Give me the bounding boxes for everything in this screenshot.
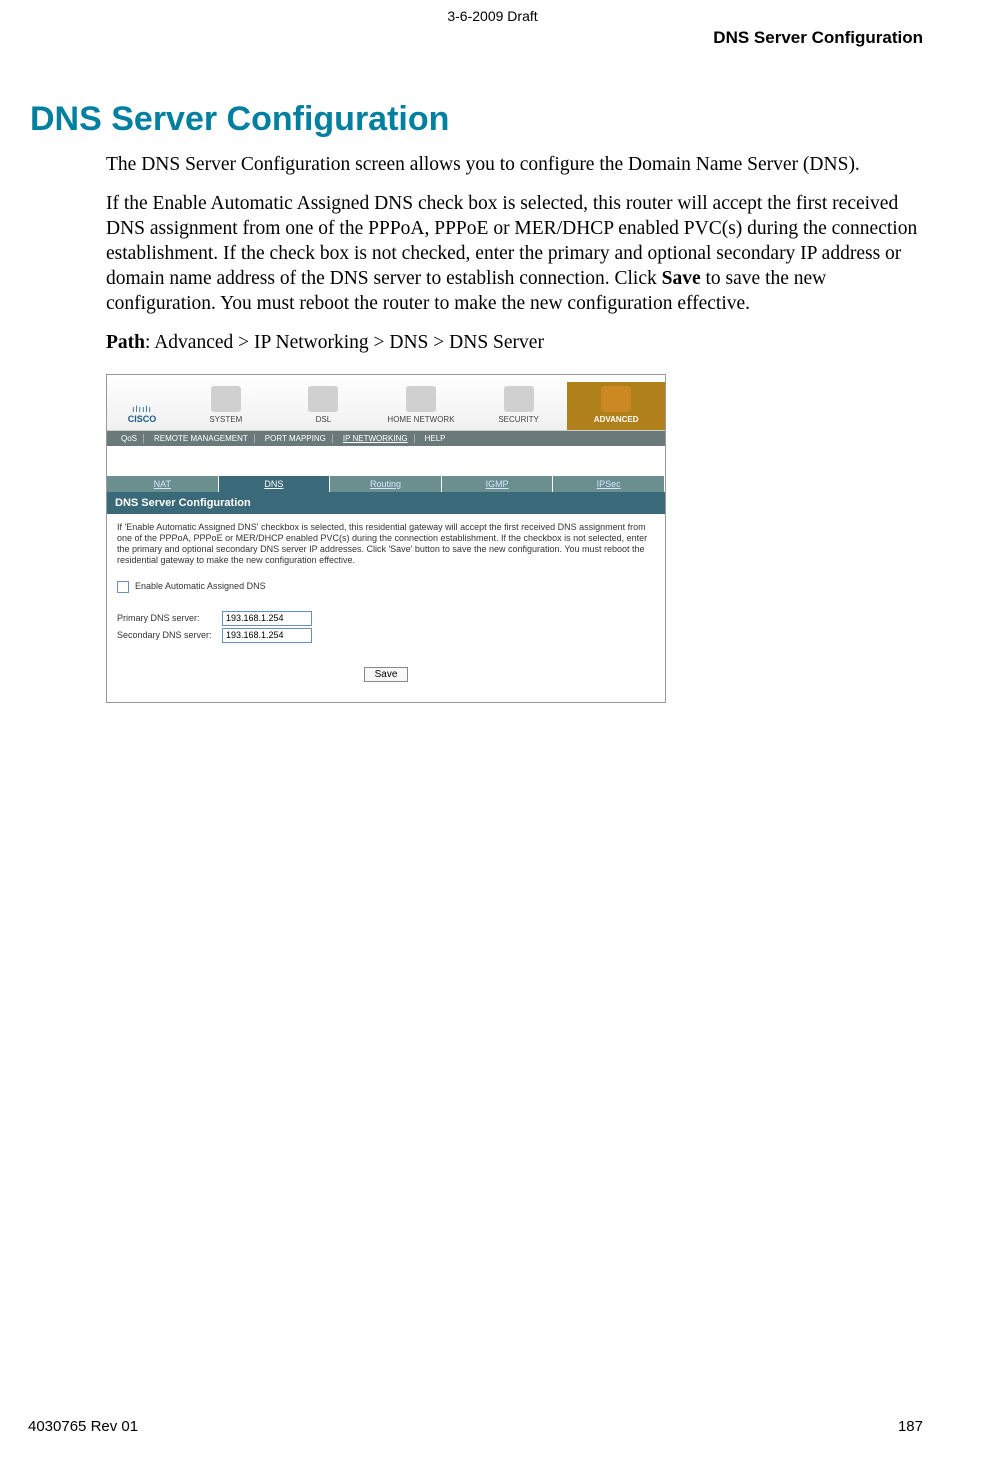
nav-security-label: SECURITY <box>498 415 538 424</box>
draft-header: 3-6-2009 Draft <box>0 8 985 24</box>
cisco-text: CISCO <box>107 414 177 424</box>
embedded-screenshot: ılıılı CISCO SYSTEM DSL HOME NETWORK SEC… <box>106 374 666 703</box>
header-title-right: DNS Server Configuration <box>713 28 923 48</box>
tab-dns[interactable]: DNS <box>219 476 331 492</box>
tab-ipsec[interactable]: IPSec <box>553 476 665 492</box>
path-label: Path <box>106 332 145 353</box>
nav-advanced-label: ADVANCED <box>594 415 639 424</box>
dsl-icon <box>308 386 338 412</box>
nav-dsl[interactable]: DSL <box>275 382 373 430</box>
save-button[interactable]: Save <box>364 667 409 682</box>
save-word: Save <box>662 268 701 289</box>
system-icon <box>211 386 241 412</box>
tab-igmp[interactable]: IGMP <box>442 476 554 492</box>
tabs-row: NAT DNS Routing IGMP IPSec <box>107 476 665 492</box>
secondary-dns-label: Secondary DNS server: <box>117 630 222 641</box>
nav-home-network[interactable]: HOME NETWORK <box>372 382 470 430</box>
panel-description: If 'Enable Automatic Assigned DNS' check… <box>117 522 655 567</box>
panel-body: If 'Enable Automatic Assigned DNS' check… <box>107 514 665 702</box>
nav-system[interactable]: SYSTEM <box>177 382 275 430</box>
nav-advanced[interactable]: ADVANCED <box>567 382 665 430</box>
content-area: DNS Server Configuration The DNS Server … <box>30 100 923 703</box>
path-line: Path: Advanced > IP Networking > DNS > D… <box>106 331 923 356</box>
footer-doc-id: 4030765 Rev 01 <box>28 1418 138 1435</box>
secondary-dns-input[interactable] <box>222 628 312 643</box>
path-value: : Advanced > IP Networking > DNS > DNS S… <box>145 332 544 353</box>
subnav-ip-networking[interactable]: IP NETWORKING <box>337 434 415 443</box>
subnav-port-mapping[interactable]: PORT MAPPING <box>259 434 333 443</box>
security-icon <box>504 386 534 412</box>
home-network-icon <box>406 386 436 412</box>
primary-dns-label: Primary DNS server: <box>117 613 222 624</box>
intro-paragraph: The DNS Server Configuration screen allo… <box>106 153 923 178</box>
primary-dns-row: Primary DNS server: <box>117 611 655 626</box>
primary-dns-input[interactable] <box>222 611 312 626</box>
footer-page-number: 187 <box>898 1418 923 1435</box>
auto-dns-checkbox[interactable] <box>117 581 129 593</box>
checkbox-row: Enable Automatic Assigned DNS <box>117 581 655 593</box>
panel-heading: DNS Server Configuration <box>107 492 665 514</box>
cisco-bars-icon: ılıılı <box>107 404 177 414</box>
nav-dsl-label: DSL <box>316 415 332 424</box>
subnav-remote-mgmt[interactable]: REMOTE MANAGEMENT <box>148 434 255 443</box>
cisco-logo: ılıılı CISCO <box>107 404 177 430</box>
sub-nav: QoS REMOTE MANAGEMENT PORT MAPPING IP NE… <box>107 431 665 446</box>
top-nav: ılıılı CISCO SYSTEM DSL HOME NETWORK SEC… <box>107 375 665 431</box>
secondary-dns-row: Secondary DNS server: <box>117 628 655 643</box>
subnav-help[interactable]: HELP <box>419 434 452 443</box>
auto-dns-label: Enable Automatic Assigned DNS <box>135 581 266 592</box>
tab-nat[interactable]: NAT <box>107 476 219 492</box>
save-button-wrap: Save <box>117 667 655 682</box>
page-title: DNS Server Configuration <box>30 100 923 139</box>
advanced-gear-icon <box>601 386 631 412</box>
nav-home-label: HOME NETWORK <box>387 415 454 424</box>
nav-security[interactable]: SECURITY <box>470 382 568 430</box>
description-paragraph: If the Enable Automatic Assigned DNS che… <box>106 192 923 317</box>
subnav-qos[interactable]: QoS <box>115 434 144 443</box>
tab-routing[interactable]: Routing <box>330 476 442 492</box>
nav-system-label: SYSTEM <box>209 415 242 424</box>
